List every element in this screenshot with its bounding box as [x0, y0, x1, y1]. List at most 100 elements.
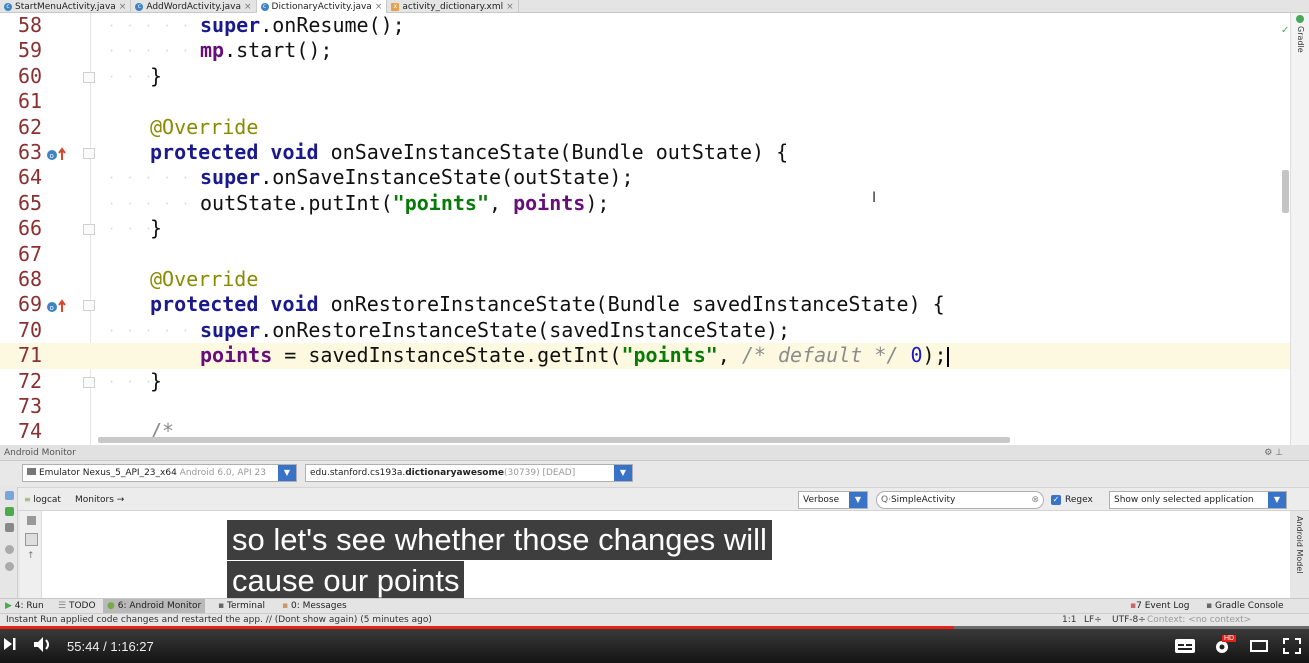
fold-icon[interactable] — [83, 300, 95, 312]
code-line[interactable]: 59 · · · · · · · mp.start(); — [0, 38, 1290, 63]
android-model-tool-label[interactable]: Android Model — [1295, 516, 1304, 574]
record-icon[interactable] — [5, 545, 14, 554]
status-bar: Instant Run applied code changes and res… — [0, 613, 1309, 626]
terminal-tool-button[interactable]: ▪ Terminal — [218, 601, 265, 611]
fold-icon[interactable] — [83, 71, 95, 83]
run-tool-button[interactable]: ▶ 4: Run — [5, 601, 44, 611]
device-dropdown[interactable]: Emulator Nexus_5_API_23_x64 Android 6.0,… — [22, 464, 297, 482]
code-line[interactable]: 64 · · · · · · · super.onSaveInstanceState… — [0, 165, 1290, 190]
messages-icon: ▪ — [282, 601, 289, 611]
line-number: 68 — [18, 267, 43, 291]
close-icon[interactable]: × — [375, 2, 383, 12]
progress-track[interactable] — [0, 626, 1309, 629]
gradle-icon[interactable] — [1295, 14, 1305, 24]
svg-text:o: o — [50, 152, 54, 160]
editor-tabs: c StartMenuActivity.java × c AddWordActivit… — [0, 0, 1309, 13]
override-method-icon[interactable]: o — [46, 299, 68, 313]
fold-icon[interactable] — [83, 376, 95, 388]
code-line[interactable]: 69 o protected void onRestoreInstanceSta… — [0, 292, 1290, 317]
logcat-icon: ≡ — [24, 495, 34, 504]
gradle-console-tool-button[interactable]: ▪ Gradle Console — [1206, 601, 1284, 611]
code-line[interactable]: 58 · · · · · · · super.onResume(); — [0, 13, 1290, 38]
horizontal-scrollbar[interactable] — [98, 437, 1010, 443]
regex-checkbox[interactable]: ✓ — [1051, 495, 1061, 505]
clear-icon[interactable]: ⊗ — [1031, 492, 1039, 508]
line-number: 70 — [18, 317, 43, 342]
tab-add-word-activity[interactable]: c AddWordActivity.java × — [131, 0, 257, 13]
code-line[interactable]: 67 — [0, 242, 1290, 267]
code-line[interactable]: 63 o protected void onSaveInstanceState(… — [0, 140, 1290, 165]
code-line[interactable]: 72 · · ·} — [0, 369, 1290, 394]
close-icon[interactable]: × — [506, 2, 514, 12]
filter-select[interactable]: Show only selected application ▼ — [1109, 491, 1287, 509]
android-icon: ● — [107, 601, 115, 611]
code-editor[interactable]: 58 · · · · · · · super.onResume(); 59 · · ·… — [0, 13, 1290, 445]
next-icon[interactable] — [3, 636, 17, 652]
vertical-scrollbar-thumb[interactable] — [1282, 170, 1289, 213]
right-tool-strip: Gradle ✓ — [1281, 13, 1309, 445]
event-log-tool-button[interactable]: ▪7 Event Log — [1130, 601, 1189, 611]
context-indicator[interactable]: Context: <no context> — [1147, 615, 1251, 625]
code-line[interactable]: 70 · · · · · · · super.onRestoreInstanceSt… — [0, 318, 1290, 343]
trash-icon[interactable] — [27, 516, 36, 525]
messages-tool-button[interactable]: ▪ 0: Messages — [282, 601, 347, 611]
hd-badge: HD — [1222, 635, 1237, 642]
chevron-down-icon: ▼ — [278, 465, 296, 481]
line-number: 73 — [18, 394, 43, 418]
line-separator[interactable]: LF÷ — [1084, 615, 1102, 625]
line-number: 62 — [18, 114, 43, 139]
gradle-console-icon: ▪ — [1206, 601, 1213, 611]
fullscreen-icon[interactable] — [1283, 638, 1301, 654]
line-number: 71 — [18, 343, 43, 368]
chevron-down-icon: ▼ — [849, 492, 867, 508]
code-line[interactable]: 68 @Override — [0, 267, 1290, 292]
run-icon: ▶ — [5, 601, 12, 611]
fold-icon[interactable] — [83, 148, 95, 159]
stop-icon[interactable] — [5, 562, 14, 571]
android-monitor-tool-button[interactable]: ● 6: Android Monitor — [103, 599, 206, 613]
log-level-select[interactable]: Verbose ▼ — [798, 491, 868, 509]
search-icon[interactable] — [5, 523, 14, 532]
close-icon[interactable]: × — [119, 2, 127, 12]
tab-logcat[interactable]: ≡ logcat — [24, 492, 61, 508]
code-line[interactable]: 66 · · ·} — [0, 216, 1290, 241]
code-line[interactable]: 61 — [0, 89, 1290, 114]
file-encoding[interactable]: UTF-8÷ — [1112, 615, 1146, 625]
screenshot-icon[interactable] — [5, 491, 14, 500]
code-line-current[interactable]: 71 points = savedInstanceState.getInt("po… — [0, 343, 1290, 369]
volume-icon[interactable] — [33, 636, 55, 653]
captions-icon[interactable] — [1175, 639, 1195, 653]
code-line[interactable]: 60 · · ·} — [0, 64, 1290, 89]
xml-file-icon: x — [391, 2, 400, 11]
arrow-up-icon[interactable]: ↑ — [27, 551, 35, 561]
tab-start-menu-activity[interactable]: c StartMenuActivity.java × — [0, 0, 132, 13]
video-player-controls: 55:44 / 1:16:27 HD — [0, 626, 1309, 663]
close-icon[interactable]: × — [244, 2, 252, 12]
subtitle-line-1: so let's see whether those changes will — [227, 520, 772, 560]
chevron-down-icon: ▼ — [614, 465, 632, 481]
theater-mode-icon[interactable] — [1250, 640, 1268, 652]
playback-time: 55:44 / 1:16:27 — [67, 639, 154, 654]
fold-icon[interactable] — [83, 224, 95, 236]
logcat-search-input[interactable]: Q·SimpleActivity ⊗ — [876, 491, 1044, 509]
gradle-tool-label[interactable]: Gradle — [1296, 26, 1305, 53]
tool-window-bar: ▶ 4: Run ☰ TODO ● 6: Android Monitor ▪ T… — [0, 598, 1309, 613]
line-number: 59 — [18, 38, 43, 63]
tab-dictionary-activity[interactable]: c DictionaryActivity.java × — [256, 0, 388, 13]
override-method-icon[interactable]: o — [46, 147, 68, 161]
java-class-icon: c — [260, 2, 269, 11]
caret-position[interactable]: 1:1 — [1062, 615, 1076, 625]
tab-activity-dictionary-xml[interactable]: x activity_dictionary.xml × — [387, 0, 519, 13]
gear-icon[interactable]: ⚙ ⊥ — [1264, 448, 1283, 458]
todo-tool-button[interactable]: ☰ TODO — [58, 601, 96, 611]
process-dropdown[interactable]: edu.stanford.cs193a.dictionaryawesome(30… — [305, 464, 633, 482]
status-message[interactable]: Instant Run applied code changes and res… — [6, 615, 432, 625]
scroll-to-end-icon[interactable] — [25, 533, 38, 546]
code-line[interactable]: 73 — [0, 394, 1290, 419]
run-icon[interactable] — [5, 507, 14, 516]
code-line[interactable]: 62 @Override — [0, 115, 1290, 140]
line-number: 61 — [18, 89, 43, 114]
mouse-ibeam-cursor: I — [872, 190, 877, 206]
tab-monitors[interactable]: Monitors → — [75, 492, 124, 508]
code-line[interactable]: 65 · · · · · · · outState.putInt("points",… — [0, 191, 1290, 216]
